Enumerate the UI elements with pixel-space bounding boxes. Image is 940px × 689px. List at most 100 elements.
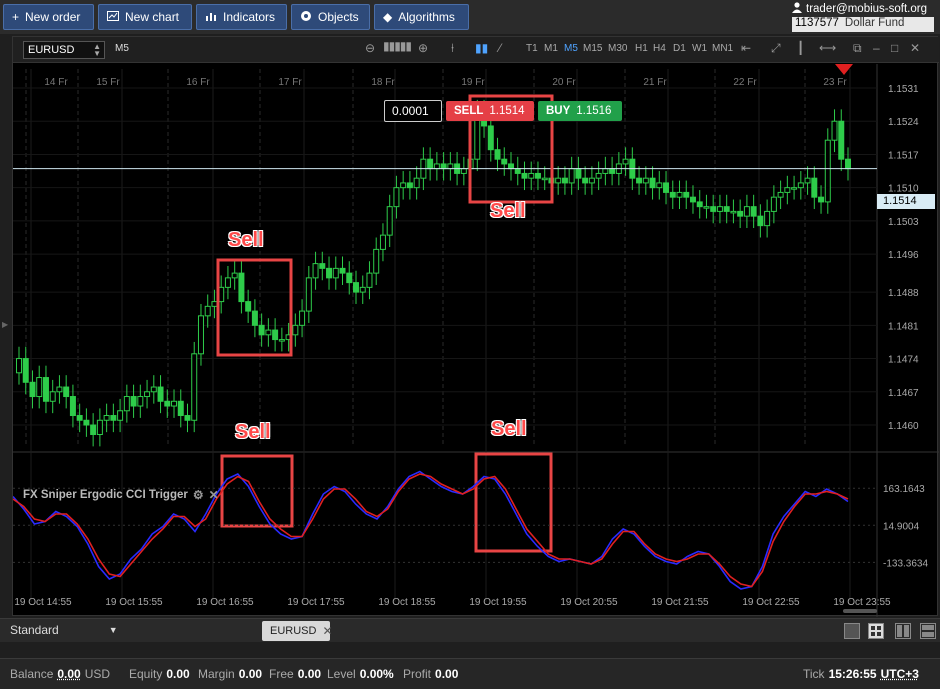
autoscroll-icon[interactable]: ⤢ (771, 41, 781, 56)
price-tick-label: 1.1467 (888, 388, 919, 399)
candle-type-icon[interactable]: ▮▮ (475, 41, 488, 55)
chart-tab[interactable]: EURUSD ✕ (262, 621, 333, 641)
close-tab-icon[interactable]: ✕ (322, 624, 332, 638)
zoom-slider[interactable]: ▮▮▮▮▮ (383, 39, 412, 53)
new-order-button[interactable]: + New order (3, 4, 94, 30)
account-info[interactable]: trader@mobius-soft.org 1137577 Dollar Fu… (792, 1, 934, 32)
price-tick-label: 1.1481 (888, 321, 919, 332)
timeframe-m5[interactable]: M5 (564, 43, 578, 54)
candle-body (811, 177, 818, 198)
candle-body (359, 286, 366, 293)
minimize-icon[interactable]: – (873, 41, 880, 55)
candle-body (642, 177, 649, 184)
close-icon[interactable]: ✕ (910, 41, 920, 55)
line-type-icon[interactable]: ⁄ (499, 41, 501, 55)
candle-body (791, 187, 798, 190)
balance-stat: Balance 0.00 USD (10, 667, 110, 681)
timeframe-m15[interactable]: M15 (583, 43, 602, 54)
gear-icon[interactable]: ⚙ (193, 488, 204, 502)
main-toolbar: + New order New chart Indicators Objects… (0, 0, 940, 34)
candle-body (514, 168, 521, 174)
horizontal-line-icon[interactable]: ⟷ (819, 41, 836, 55)
price-tick-label: 1.1524 (888, 117, 919, 128)
timezone-selector[interactable]: UTC+3 (881, 667, 919, 681)
candle-body (346, 272, 353, 284)
candle-body (56, 386, 63, 393)
timeframe-w1[interactable]: W1 (692, 43, 707, 54)
candle-body (508, 163, 515, 170)
candle-body (568, 168, 575, 184)
time-axis-label: 19 Oct 20:55 (560, 597, 618, 608)
timeframe-d1[interactable]: D1 (673, 43, 686, 54)
candle-body (669, 191, 676, 198)
vertical-line-icon[interactable]: ┃ (797, 41, 804, 55)
sell-button[interactable]: SELL 1.1514 (446, 101, 534, 121)
timeframe-m30[interactable]: M30 (608, 43, 627, 54)
day-label: 16 Fr (186, 77, 210, 88)
candle-body (366, 272, 373, 288)
algorithms-button[interactable]: ◆ Algorithms (374, 4, 469, 30)
layout-grid-icon[interactable] (868, 623, 884, 639)
layout-rows-icon[interactable] (920, 623, 936, 639)
close-indicator-icon[interactable]: ✕ (209, 488, 219, 502)
chart-plot-area[interactable]: 14 Fr 15 Fr 16 Fr 17 Fr 18 Fr 19 Fr 20 Fr 21 Fr… (13, 64, 939, 617)
day-label: 14 Fr (44, 77, 68, 88)
sell-annotation: Sell (228, 229, 264, 251)
server-time: 15:26:55 (828, 667, 877, 681)
buy-button[interactable]: BUY 1.1516 (538, 101, 622, 121)
left-panel-toggle-icon[interactable]: ▶ (2, 320, 8, 329)
candle-body (602, 168, 609, 174)
chart-settings-icon[interactable]: ⇤ (741, 41, 751, 55)
timeframe-h4[interactable]: H4 (653, 43, 666, 54)
objects-button[interactable]: Objects (291, 4, 370, 30)
candle-body (22, 358, 29, 383)
balance-value[interactable]: 0.00 (57, 667, 80, 681)
new-chart-button[interactable]: New chart (98, 4, 192, 30)
candle-body (413, 177, 420, 189)
candle-body (528, 172, 535, 179)
zoom-out-icon[interactable]: ⊖ (365, 41, 375, 55)
candle-body (447, 163, 454, 170)
candle-body (541, 177, 548, 181)
profit-label: Profit (403, 667, 432, 681)
bar-type-icon[interactable]: ⍿ (451, 41, 454, 56)
candle-body (764, 210, 771, 227)
sell-annotation: Sell (491, 418, 527, 440)
zoom-in-icon[interactable]: ⊕ (418, 41, 428, 55)
timeframe-h1[interactable]: H1 (635, 43, 648, 54)
candle-body (164, 400, 171, 407)
detach-icon[interactable]: ⧉ (853, 41, 862, 56)
layout-columns-icon[interactable] (895, 623, 911, 639)
horizontal-scrollbar[interactable] (843, 609, 877, 613)
candle-body (144, 391, 151, 398)
margin-stat: Margin 0.00 (198, 667, 262, 681)
layout-single-icon[interactable] (844, 623, 860, 639)
maximize-icon[interactable]: □ (891, 41, 898, 55)
trade-widget: 0.0001 SELL 1.1514 BUY 1.1516 (384, 100, 622, 122)
candle-body (299, 310, 306, 326)
indicators-label: Indicators (223, 10, 276, 24)
candle-body (534, 172, 541, 179)
workspace-select[interactable]: Standard ▼ (10, 623, 118, 637)
timeframe-t1[interactable]: T1 (526, 43, 538, 54)
candle-body (743, 206, 750, 217)
candle-body (824, 139, 831, 203)
indicators-button[interactable]: Indicators (196, 4, 287, 30)
workspace-tabbar: Standard ▼ EURUSD ✕ (0, 618, 940, 642)
chart-canvas[interactable]: 14 Fr 15 Fr 16 Fr 17 Fr 18 Fr 19 Fr 20 Fr 21 Fr… (13, 64, 939, 617)
timeframe-m1[interactable]: M1 (544, 43, 558, 54)
chart-tab-label: EURUSD (270, 625, 317, 637)
candle-body (76, 415, 83, 421)
margin-value: 0.00 (238, 667, 263, 681)
candle-body (36, 377, 43, 398)
candle-body (730, 210, 737, 214)
objects-icon (300, 10, 312, 25)
candle-body (265, 329, 272, 336)
candle-body (487, 125, 494, 151)
lot-step-input[interactable]: 0.0001 (384, 100, 442, 122)
timeframe-mn1[interactable]: MN1 (712, 43, 733, 54)
candle-body (245, 301, 252, 312)
diamond-icon: ◆ (383, 10, 393, 24)
symbol-selector[interactable]: EURUSD ▲ ▼ (23, 41, 105, 59)
candle-body (440, 163, 447, 170)
